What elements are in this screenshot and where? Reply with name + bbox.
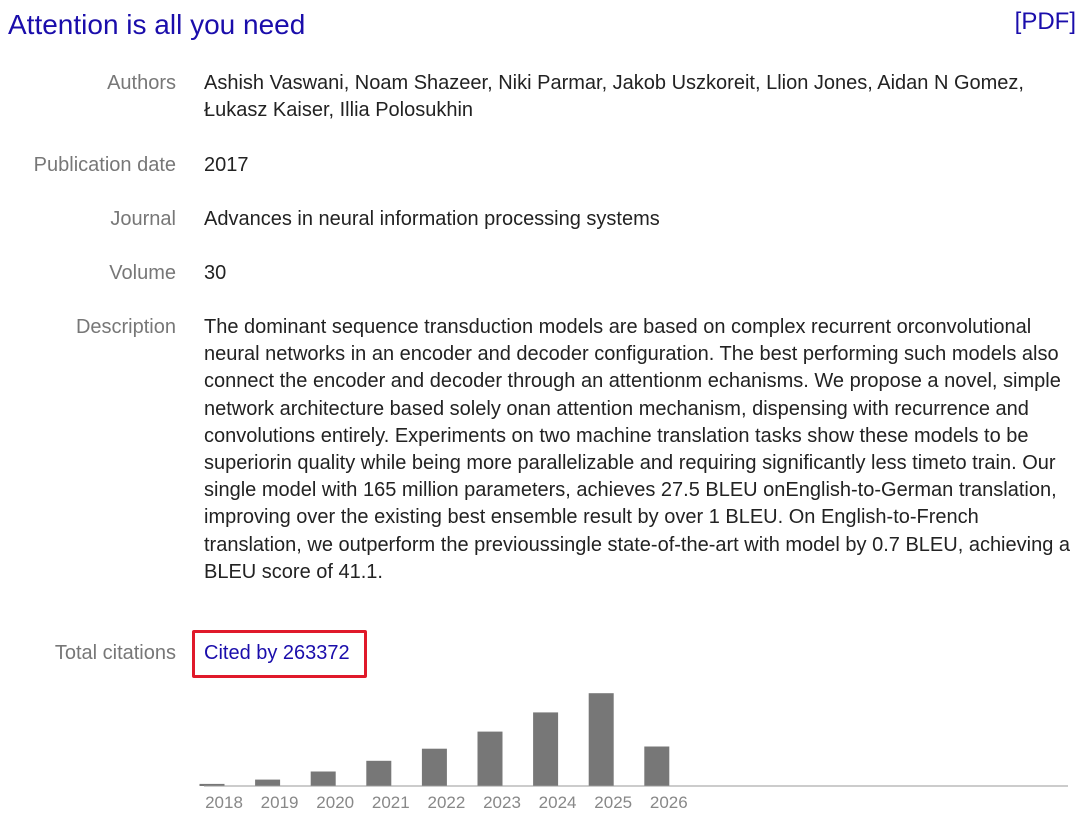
description-label: Description bbox=[75, 316, 176, 338]
citation-bar-2024[interactable] bbox=[533, 712, 559, 786]
year-label-2019: 2019 bbox=[261, 793, 299, 812]
year-label-2024: 2024 bbox=[539, 793, 577, 812]
publication-date-value: 2017 bbox=[204, 154, 249, 176]
pdf-link[interactable]: [PDF] bbox=[1015, 5, 1076, 39]
year-label-2023: 2023 bbox=[483, 793, 521, 812]
volume-value: 30 bbox=[204, 262, 227, 284]
authors-label: Authors bbox=[107, 72, 176, 94]
citation-bar-2022[interactable] bbox=[421, 748, 447, 786]
citation-bar-2023[interactable] bbox=[477, 731, 503, 786]
year-label-2018: 2018 bbox=[205, 793, 243, 812]
year-label-2022: 2022 bbox=[427, 793, 465, 812]
citations-bar-chart: 2018 2019 2020 2021 2022 2023 2024 2025 2026 bbox=[199, 693, 1068, 812]
journal-label: Journal bbox=[110, 208, 176, 230]
journal-value: Advances in neural information processin… bbox=[204, 208, 660, 230]
citation-bar-2019[interactable] bbox=[255, 779, 281, 786]
citation-bar-2021[interactable] bbox=[366, 760, 392, 786]
paper-title-link[interactable]: Attention is all you need bbox=[8, 6, 305, 44]
year-label-2020: 2020 bbox=[316, 793, 354, 812]
publication-date-label: Publication date bbox=[33, 154, 176, 176]
authors-value: Ashish Vaswani, Noam Shazeer, Niki Parma… bbox=[204, 72, 1024, 122]
year-label-2021: 2021 bbox=[372, 793, 410, 812]
cited-by-link[interactable]: Cited by 263372 bbox=[204, 640, 350, 667]
citation-bar-2026[interactable] bbox=[644, 746, 670, 787]
description-value: The dominant sequence transduction model… bbox=[204, 316, 1070, 583]
year-label-2025: 2025 bbox=[594, 793, 632, 812]
total-citations-label: Total citations bbox=[54, 642, 176, 664]
year-label-2026: 2026 bbox=[650, 793, 688, 812]
citation-bar-2025[interactable] bbox=[588, 693, 614, 786]
citation-bar-2020[interactable] bbox=[310, 771, 336, 787]
volume-label: Volume bbox=[109, 262, 176, 284]
